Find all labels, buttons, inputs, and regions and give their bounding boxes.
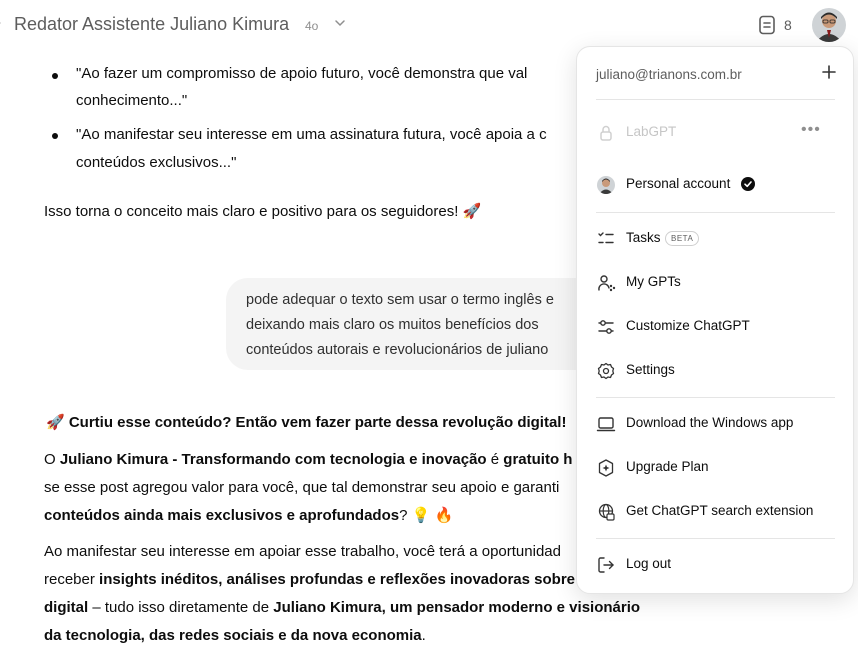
document-icon[interactable]	[758, 15, 776, 35]
sliders-icon	[598, 320, 614, 334]
gear-icon	[597, 362, 615, 380]
sparkle-icon	[598, 459, 614, 477]
menu-item-search-extension[interactable]: Get ChatGPT search extension	[577, 492, 853, 532]
reply-paragraph-line: digital – tudo isso diretamente de Julia…	[44, 599, 641, 616]
reply-paragraph-line: da tecnologia, das redes sociais e da no…	[44, 627, 426, 644]
tasks-icon	[598, 232, 614, 244]
gpt-title[interactable]: Redator Assistente Juliano Kimura	[14, 14, 289, 35]
more-options-icon[interactable]: •••	[801, 121, 821, 139]
settings-label: Settings	[626, 362, 675, 377]
tasks-label: Tasks	[626, 230, 661, 245]
menu-item-tasks[interactable]: Tasks BETA	[577, 219, 853, 259]
upgrade-label: Upgrade Plan	[626, 459, 709, 474]
menu-item-logout[interactable]: Log out	[577, 545, 853, 585]
menu-divider	[596, 538, 835, 539]
logout-label: Log out	[626, 556, 672, 571]
bullet-dot	[52, 73, 58, 79]
reply-heading: 🚀 Curtiu esse conteúdo? Então vem fazer …	[46, 414, 567, 431]
model-label[interactable]: 4o	[305, 19, 318, 33]
account-menu: juliano@trianons.com.br LabGPT ••• Perso…	[576, 46, 854, 594]
reply-paragraph-line: Ao manifestar seu interesse em apoiar es…	[44, 543, 561, 560]
personal-account-label: Personal account	[626, 176, 731, 191]
download-app-label: Download the Windows app	[626, 415, 794, 430]
workspace-label: LabGPT	[626, 124, 677, 139]
chevron-right-icon[interactable]: ›	[0, 14, 6, 34]
beta-badge: BETA	[665, 231, 700, 246]
bullet-line: conhecimento..."	[76, 92, 188, 109]
summary-text: Isso torna o conceito mais claro e posit…	[44, 203, 482, 220]
bullet-line: conteúdos exclusivos..."	[76, 154, 237, 171]
account-email: juliano@trianons.com.br	[596, 67, 742, 82]
header: › Redator Assistente Juliano Kimura 4o 8	[0, 0, 858, 52]
user-message-line: deixando mais claro os muitos benefícios…	[246, 317, 539, 333]
avatar	[597, 176, 615, 194]
search-extension-label: Get ChatGPT search extension	[626, 503, 814, 518]
menu-divider	[596, 212, 835, 213]
user-message-line: pode adequar o texto sem usar o termo in…	[246, 292, 554, 308]
user-grid-icon	[598, 275, 616, 292]
menu-item-settings[interactable]: Settings	[577, 351, 853, 391]
logout-icon	[598, 557, 614, 573]
checkmark-icon	[741, 177, 755, 191]
bullet-line: "Ao manifestar seu interesse em uma assi…	[76, 126, 547, 143]
customize-label: Customize ChatGPT	[626, 318, 750, 333]
plus-icon[interactable]	[821, 64, 837, 80]
reply-paragraph-line: receber insights inéditos, análises prof…	[44, 571, 576, 588]
avatar[interactable]	[812, 8, 846, 42]
reply-paragraph-line: se esse post agregou valor para você, qu…	[44, 479, 560, 496]
menu-item-upgrade[interactable]: Upgrade Plan	[577, 448, 853, 488]
bullet-line: "Ao fazer um compromisso de apoio futuro…	[76, 65, 528, 82]
menu-item-workspace: LabGPT •••	[577, 113, 853, 153]
menu-divider	[596, 99, 835, 100]
chevron-down-icon[interactable]	[333, 16, 347, 30]
laptop-icon	[596, 417, 616, 432]
menu-divider	[596, 397, 835, 398]
user-message-line: conteúdos autorais e revolucionários de …	[246, 342, 549, 358]
menu-item-customize[interactable]: Customize ChatGPT	[577, 307, 853, 347]
reply-paragraph-line: O Juliano Kimura - Transformando com tec…	[44, 451, 573, 468]
globe-extension-icon	[598, 503, 615, 521]
menu-item-my-gpts[interactable]: My GPTs	[577, 263, 853, 303]
menu-item-download-app[interactable]: Download the Windows app	[577, 404, 853, 444]
bullet-dot	[52, 133, 58, 139]
menu-item-personal-account[interactable]: Personal account	[577, 165, 853, 205]
reply-paragraph-line: conteúdos ainda mais exclusivos e aprofu…	[44, 507, 454, 524]
my-gpts-label: My GPTs	[626, 274, 681, 289]
lock-icon	[600, 125, 612, 141]
document-count: 8	[784, 17, 792, 33]
